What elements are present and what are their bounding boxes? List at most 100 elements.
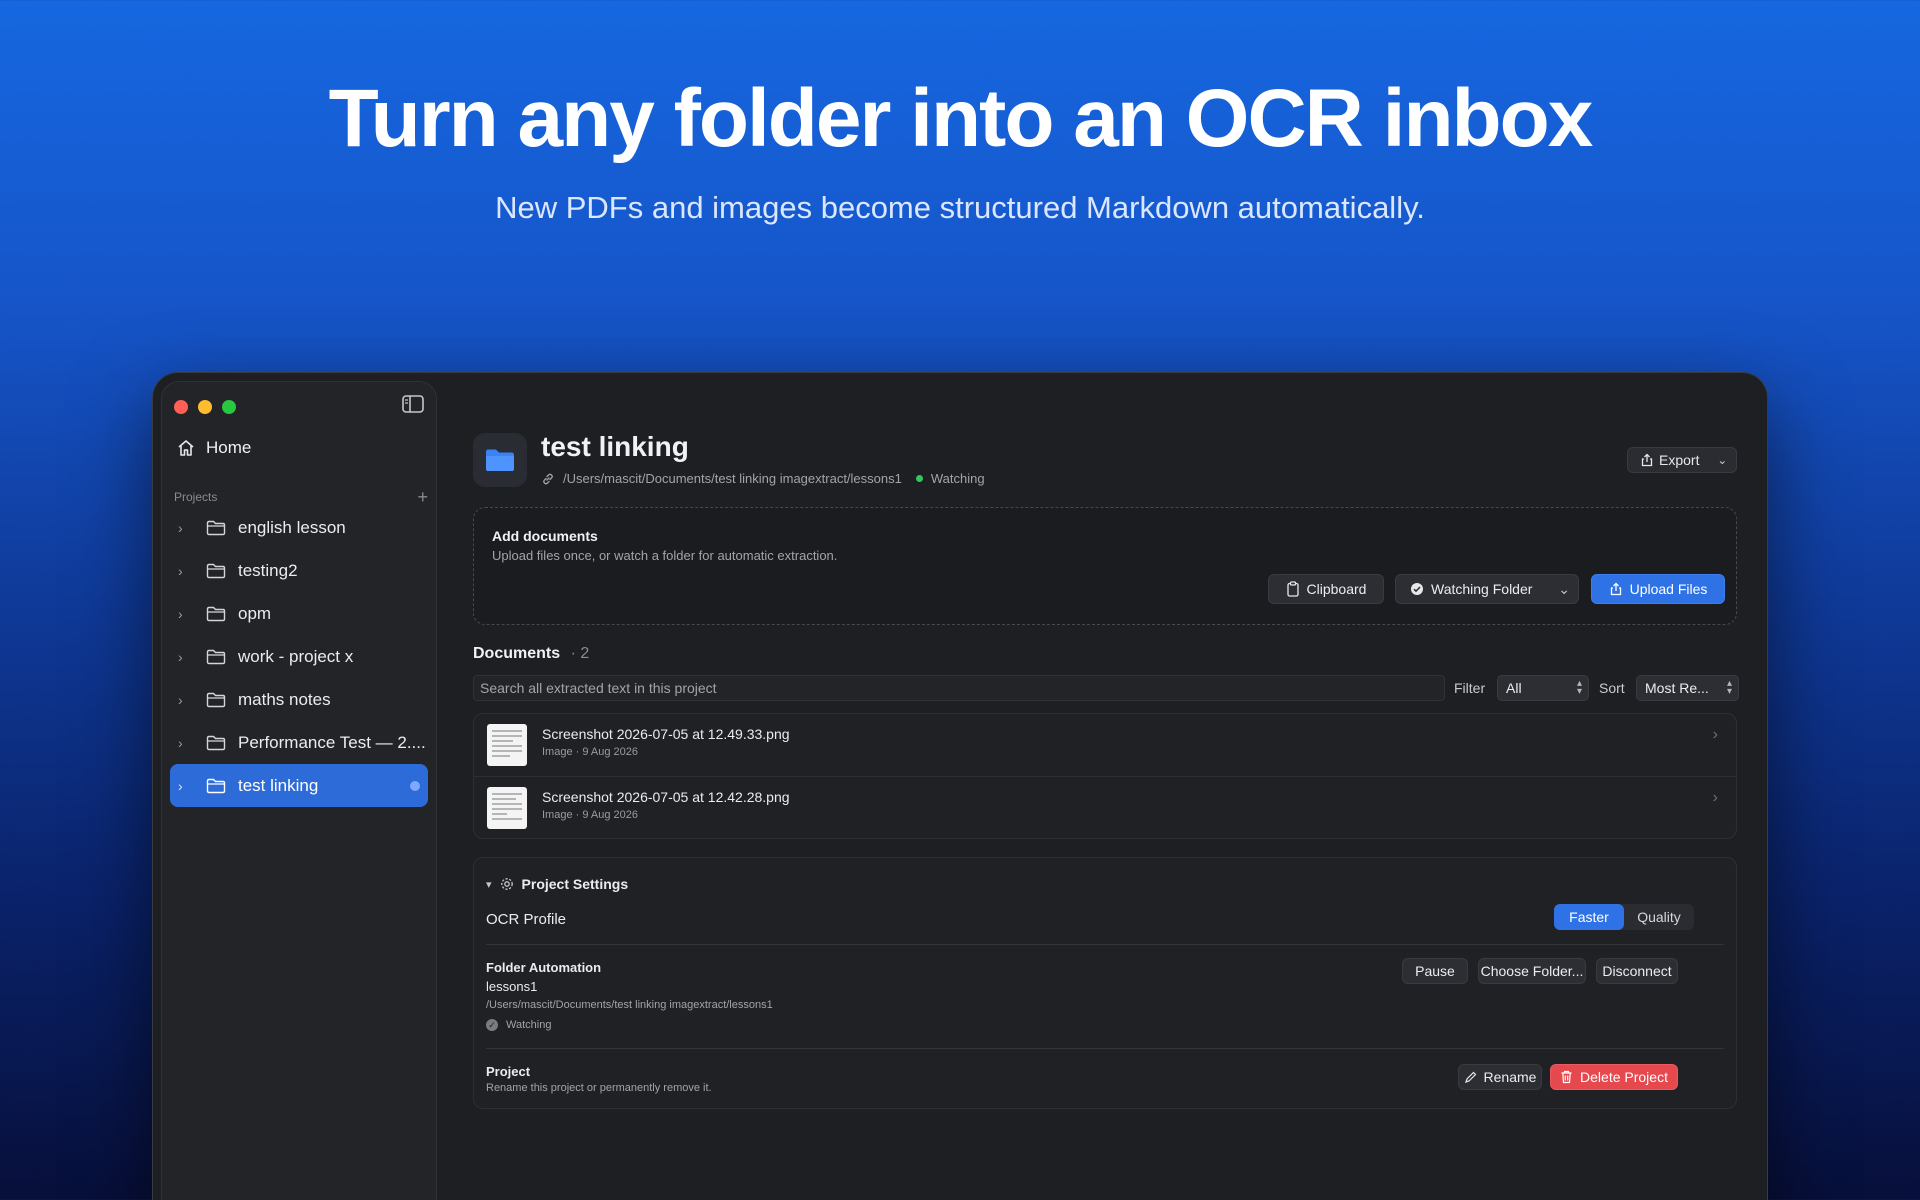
folder-icon <box>206 649 226 665</box>
document-name: Screenshot 2026-07-05 at 12.49.33.png <box>542 726 790 742</box>
project-path: /Users/mascit/Documents/test linking ima… <box>563 471 902 486</box>
app-window: Home Projects + › english lesson › testi… <box>152 372 1768 1200</box>
window-controls <box>174 400 236 414</box>
upload-icon <box>1610 582 1621 596</box>
home-label: Home <box>206 438 252 457</box>
folder-icon <box>206 735 226 751</box>
filter-select[interactable]: All ▴ ▾ <box>1497 675 1589 701</box>
project-header: test linking /Users/mascit/Documents/tes… <box>473 431 1737 489</box>
project-section-title: Project <box>486 1064 531 1079</box>
ocr-option-quality[interactable]: Quality <box>1624 904 1694 930</box>
document-thumbnail <box>487 787 527 829</box>
upload-files-button[interactable]: Upload Files <box>1591 574 1725 604</box>
minimize-window-button[interactable] <box>198 400 212 414</box>
watching-folder-button[interactable]: Watching Folder ⌄ <box>1395 574 1579 604</box>
rename-button[interactable]: Rename <box>1458 1064 1542 1090</box>
add-project-icon[interactable]: + <box>417 488 428 506</box>
chevron-right-icon[interactable]: › <box>178 735 196 751</box>
delete-project-label: Delete Project <box>1580 1069 1668 1085</box>
watching-folder-label: Watching Folder <box>1431 581 1533 597</box>
chevron-right-icon[interactable]: › <box>178 606 196 622</box>
add-documents-title: Add documents <box>492 528 598 544</box>
sidebar-item-label: Performance Test — 2.... <box>238 732 426 752</box>
search-filter-row: Filter All ▴▾ Sort Most Re... ▴▾ <box>473 675 1739 701</box>
sidebar-item-label: work - project x <box>238 646 354 666</box>
choose-folder-button[interactable]: Choose Folder... <box>1478 958 1586 984</box>
share-icon <box>1641 453 1653 467</box>
projects-label: Projects <box>174 490 218 504</box>
list-item[interactable]: Screenshot 2026-07-05 at 12.42.28.png Im… <box>474 777 1736 840</box>
export-label: Export <box>1659 452 1700 468</box>
upload-files-label: Upload Files <box>1629 581 1708 597</box>
clipboard-label: Clipboard <box>1306 581 1367 597</box>
sidebar-item-maths-notes[interactable]: › maths notes <box>170 678 428 721</box>
sort-value: Most Re... <box>1645 680 1709 696</box>
document-meta: Image · 9 Aug 2026 <box>542 809 639 821</box>
sidebar-item-label: english lesson <box>238 517 346 537</box>
sidebar-toggle-icon[interactable] <box>402 395 424 413</box>
chevron-down-icon[interactable]: ⌄ <box>1558 581 1570 598</box>
chevron-right-icon[interactable]: › <box>178 563 196 579</box>
list-item[interactable]: Screenshot 2026-07-05 at 12.49.33.png Im… <box>474 714 1736 777</box>
sidebar-item-test-linking[interactable]: › test linking <box>170 764 428 807</box>
sidebar-home[interactable]: Home <box>176 438 251 458</box>
delete-project-button[interactable]: Delete Project <box>1550 1064 1678 1090</box>
disconnect-label: Disconnect <box>1602 963 1672 979</box>
link-icon <box>543 473 553 484</box>
documents-title: Documents <box>473 645 561 662</box>
ocr-profile-segmented-control: Faster Quality <box>1554 904 1694 930</box>
project-path-row: /Users/mascit/Documents/test linking ima… <box>541 471 985 486</box>
documents-header: Documents · 2 <box>473 645 590 662</box>
pencil-icon <box>1464 1071 1476 1083</box>
folder-automation-status-label: Watching <box>506 1019 552 1031</box>
pause-button[interactable]: Pause <box>1402 958 1468 984</box>
add-documents-subtitle: Upload files once, or watch a folder for… <box>492 548 838 563</box>
hero-subtitle: New PDFs and images become structured Ma… <box>495 190 1425 225</box>
filter-value: All <box>1506 680 1522 696</box>
chevron-right-icon[interactable]: › <box>178 692 196 708</box>
choose-folder-label: Choose Folder... <box>1480 963 1584 979</box>
sidebar-item-work-project-x[interactable]: › work - project x <box>170 635 428 678</box>
gear-icon <box>500 878 513 890</box>
pause-label: Pause <box>1415 963 1455 979</box>
close-window-button[interactable] <box>174 400 188 414</box>
project-settings-panel: ▾ Project Settings OCR Profile Faster Qu… <box>473 857 1737 1109</box>
clipboard-button[interactable]: Clipboard <box>1268 574 1384 604</box>
sidebar-item-opm[interactable]: › opm <box>170 592 428 635</box>
chevron-right-icon[interactable]: › <box>178 649 196 665</box>
sidebar-item-english-lesson[interactable]: › english lesson <box>170 506 428 549</box>
sidebar-item-label: test linking <box>238 775 319 795</box>
sort-select[interactable]: Most Re... ▴ ▾ <box>1636 675 1739 701</box>
document-name: Screenshot 2026-07-05 at 12.42.28.png <box>542 789 790 805</box>
watching-indicator <box>410 780 420 791</box>
ocr-option-faster[interactable]: Faster <box>1554 904 1624 930</box>
zoom-window-button[interactable] <box>222 400 236 414</box>
export-main[interactable]: Export <box>1628 452 1709 468</box>
checkmark-circle-icon: ✓ <box>486 1019 498 1031</box>
project-settings-header[interactable]: ▾ Project Settings <box>486 876 628 892</box>
chevron-right-icon[interactable]: › <box>1713 726 1718 744</box>
project-folder-icon <box>473 433 527 487</box>
trash-icon <box>1561 1070 1572 1084</box>
chevron-down-icon[interactable]: ▾ <box>486 878 492 891</box>
clipboard-icon <box>1286 581 1299 597</box>
chevron-right-icon[interactable]: › <box>178 778 196 794</box>
chevron-right-icon[interactable]: › <box>1713 789 1718 807</box>
disconnect-button[interactable]: Disconnect <box>1596 958 1678 984</box>
search-input[interactable] <box>473 675 1445 701</box>
chevron-down-icon[interactable]: ⌄ <box>1709 453 1736 467</box>
chevron-right-icon[interactable]: › <box>178 520 196 536</box>
folder-automation-status: ✓ Watching <box>486 1019 551 1031</box>
export-button[interactable]: Export ⌄ <box>1627 447 1737 473</box>
folder-icon <box>206 563 226 579</box>
stepper-icon: ▴ ▾ <box>1576 678 1582 697</box>
documents-count: 2 <box>580 645 590 662</box>
sidebar-item-label: opm <box>238 603 272 623</box>
add-documents-dropzone[interactable]: Add documents Upload files once, or watc… <box>473 507 1737 625</box>
sidebar-item-performance-test[interactable]: › Performance Test — 2.... <box>170 721 428 764</box>
page-title: test linking <box>541 431 689 462</box>
rename-label: Rename <box>1483 1069 1537 1085</box>
project-settings-title: Project Settings <box>521 876 629 892</box>
folder-automation-path: /Users/mascit/Documents/test linking ima… <box>486 999 773 1011</box>
sidebar-item-testing2[interactable]: › testing2 <box>170 549 428 592</box>
